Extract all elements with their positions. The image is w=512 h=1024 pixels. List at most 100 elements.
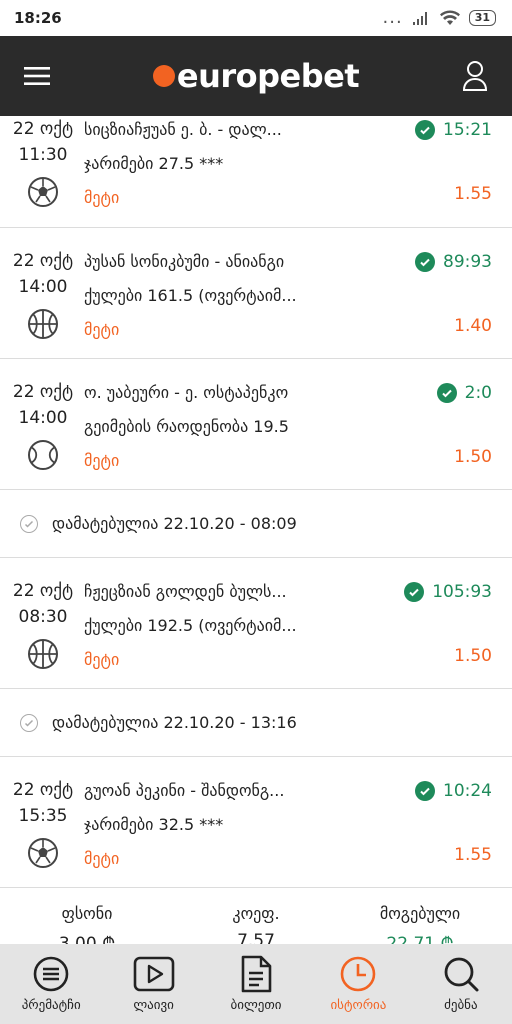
nav-live[interactable]: ლაივი [102, 944, 204, 1024]
bet-pick: მეტი [84, 849, 120, 868]
added-text: დამატებულია 22.10.20 - 08:09 [52, 514, 297, 533]
bet-date: 22 ოქტ [12, 382, 74, 402]
bet-time: 11:30 [18, 145, 68, 165]
bet-event-title: ო. უაბეური - ე. ოსტაპენკო [84, 383, 289, 402]
bet-event-title: სიცზიაჩჟუან ე. ბ. - დალ... [84, 120, 282, 139]
ticket-summary: ფსონი 3.00 ₾ კოეფ. 7.57 მოგებული 22.71 ₾ [0, 888, 512, 944]
bet-item[interactable]: 22 ოქტ 15:35 გუოან პეკინი - შანდონგ... ჯ… [0, 757, 512, 888]
europebet-logo[interactable]: europebet [152, 57, 360, 95]
score-value: 10:24 [443, 781, 492, 801]
bet-odds: 1.40 [454, 316, 492, 336]
bet-datetime: 22 ოქტ 14:00 [10, 248, 76, 300]
added-text: დამატებულია 22.10.20 - 13:16 [52, 713, 297, 732]
bet-market: ჯარიმები 27.5 *** [84, 154, 224, 173]
wifi-icon [439, 10, 460, 25]
status-time: 18:26 [14, 9, 62, 27]
play-icon [133, 956, 174, 992]
bet-datetime: 22 ოქტ 14:00 [10, 379, 76, 431]
bet-score: 2:0 [436, 383, 492, 403]
stake-value: 3.00 ₾ [58, 934, 116, 944]
bet-score: 10:24 [415, 781, 492, 801]
bet-date: 22 ოქტ [12, 780, 74, 800]
app-header: europebet [0, 36, 512, 116]
check-icon [415, 252, 435, 272]
bet-odds: 1.55 [454, 184, 492, 204]
battery-indicator: 31 [468, 10, 496, 26]
bet-odds: 1.50 [454, 447, 492, 467]
win-value: 22.71 ₾ [386, 934, 454, 944]
coef-label: კოეფ. [232, 904, 280, 923]
search-icon [444, 957, 479, 992]
nav-ticket[interactable]: ბილეთი [205, 944, 307, 1024]
bet-date: 22 ოქტ [12, 119, 74, 139]
coef-summary: კოეფ. 7.57 [186, 904, 326, 944]
check-outline-icon [20, 514, 38, 533]
bet-odds: 1.55 [454, 845, 492, 865]
menu-button[interactable] [24, 66, 50, 86]
bet-market: ქულები 192.5 (ოვერტაიმ... [84, 616, 297, 635]
bet-market: გეიმების რაოდენობა 19.5 [84, 417, 289, 436]
bet-time: 08:30 [18, 607, 68, 627]
account-button[interactable] [462, 60, 488, 92]
hamburger-menu-icon [24, 67, 50, 85]
bet-event-title: გუოან პეკინი - შანდონგ... [84, 781, 285, 800]
user-icon [462, 61, 487, 91]
bet-datetime: 22 ოქტ 15:35 [10, 777, 76, 829]
nav-prematch-label: პრემატჩი [21, 998, 81, 1013]
logo-dot-icon [152, 65, 175, 87]
bet-date: 22 ოქტ [12, 251, 74, 271]
nav-search-label: ძებნა [444, 998, 478, 1013]
win-summary: მოგებული 22.71 ₾ [350, 904, 490, 944]
stake-label: ფსონი [61, 904, 113, 923]
bet-event-title: პუსან სონიკბუმი - ანიანგი [84, 252, 285, 271]
score-value: 15:21 [443, 120, 492, 140]
bet-score: 89:93 [415, 252, 492, 272]
check-icon [436, 383, 457, 403]
check-icon [415, 120, 435, 140]
bet-pick: მეტი [84, 650, 120, 669]
nav-history[interactable]: ისტორია [307, 944, 409, 1024]
bet-time: 15:35 [18, 806, 68, 826]
score-value: 89:93 [443, 252, 492, 272]
coef-value: 7.57 [237, 931, 275, 944]
bet-score: 15:21 [415, 120, 492, 140]
bet-item[interactable]: 22 ოქტ 11:30 სიცზიაჩჟუან ე. ბ. - დალ... … [0, 116, 512, 228]
soccer-ball-icon [28, 838, 58, 868]
score-value: 105:93 [432, 582, 492, 602]
bet-odds: 1.50 [454, 646, 492, 666]
nav-live-label: ლაივი [133, 998, 174, 1013]
bet-item[interactable]: 22 ოქტ 14:00 პუსან სონიკბუმი - ანიანგი ქ… [0, 228, 512, 359]
score-value: 2:0 [464, 383, 492, 403]
basketball-icon [28, 309, 58, 339]
status-bar: 18:26 ... 31 [0, 0, 512, 36]
signal-dots-icon: ... [382, 7, 403, 28]
bet-time: 14:00 [18, 408, 68, 428]
bet-item[interactable]: 22 ოქტ 14:00 ო. უაბეური - ე. ოსტაპენკო გ… [0, 359, 512, 490]
history-list: 22 ოქტ 11:30 სიცზიაჩჟუან ე. ბ. - დალ... … [0, 116, 512, 944]
stake-summary: ფსონი 3.00 ₾ [17, 904, 157, 944]
signal-icon [412, 12, 427, 25]
bet-item[interactable]: 22 ოქტ 08:30 ჩჟეცზიან გოლდენ ბულს... ქულ… [0, 558, 512, 689]
logo-text: europebet [176, 57, 360, 95]
clock-icon [341, 956, 376, 992]
nav-history-label: ისტორია [330, 998, 387, 1013]
basketball-icon [28, 639, 58, 669]
bet-time: 14:00 [18, 277, 68, 297]
bet-date: 22 ოქტ [12, 581, 74, 601]
nav-ticket-label: ბილეთი [230, 998, 282, 1013]
soccer-ball-icon [28, 177, 58, 207]
bottom-navigation: პრემატჩი ლაივი ბილეთი ისტორია ძებნა [0, 944, 512, 1024]
check-outline-icon [20, 713, 38, 732]
tennis-ball-icon [28, 440, 58, 470]
nav-prematch[interactable]: პრემატჩი [0, 944, 102, 1024]
prematch-icon [33, 956, 69, 992]
bet-event-title: ჩჟეცზიან გოლდენ ბულს... [84, 582, 287, 601]
bet-pick: მეტი [84, 451, 120, 470]
bet-datetime: 22 ოქტ 11:30 [10, 116, 76, 168]
bet-pick: მეტი [84, 320, 120, 339]
bet-market: ჯარიმები 32.5 *** [84, 815, 224, 834]
status-icons: ... 31 [382, 7, 496, 28]
nav-search[interactable]: ძებნა [410, 944, 512, 1024]
bet-pick: მეტი [84, 188, 120, 207]
win-label: მოგებული [379, 904, 461, 923]
